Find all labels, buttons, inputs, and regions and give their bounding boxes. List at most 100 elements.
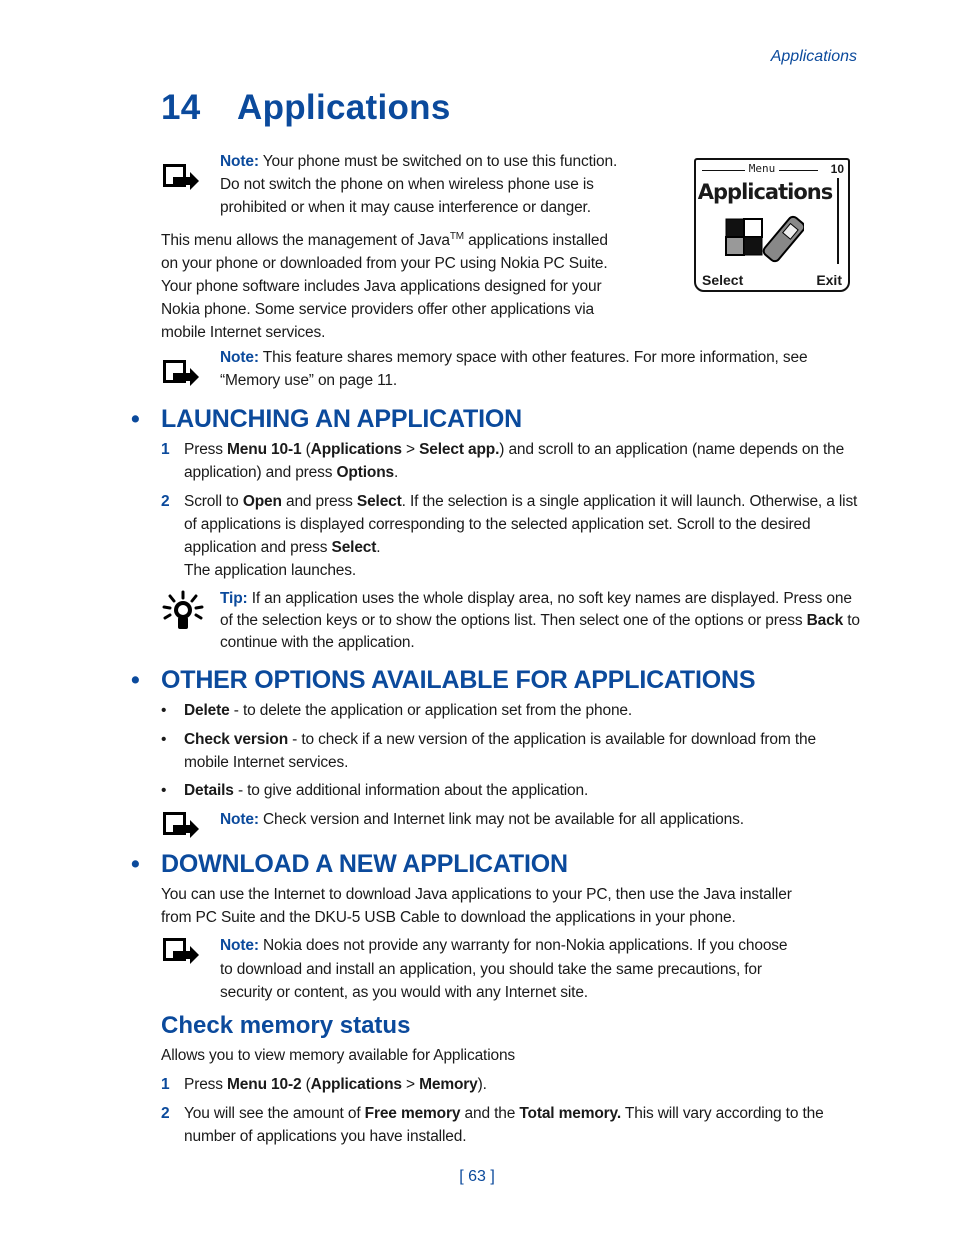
- menu-item: Applications: [310, 1076, 402, 1093]
- softkey-label: Options: [336, 464, 395, 481]
- note-icon: [163, 812, 199, 838]
- phone-left-softkey: Select: [702, 272, 744, 288]
- phone-right-softkey: Exit: [816, 272, 842, 288]
- applications-icon: [725, 215, 804, 263]
- text: .: [394, 464, 399, 481]
- text: Your phone software includes Java applic…: [161, 278, 602, 296]
- bullet: •: [161, 702, 167, 719]
- option-description: - to delete the application or applicati…: [229, 702, 633, 719]
- menu-item: Select app.: [419, 441, 500, 458]
- subsection-heading-memory: Check memory status: [161, 1012, 411, 1039]
- chapter-title-text: Applications: [237, 88, 451, 127]
- note-label: Note:: [220, 349, 259, 366]
- menu-item: Open: [242, 493, 282, 510]
- section-heading-download: • DOWNLOAD A NEW APPLICATION: [131, 850, 568, 879]
- trademark: TM: [449, 231, 464, 242]
- bullet: •: [131, 850, 140, 878]
- step-number: 2: [161, 493, 170, 510]
- step-text: You will see the amount of Free memory a…: [184, 1102, 861, 1148]
- section-title: LAUNCHING AN APPLICATION: [161, 405, 522, 433]
- note-line: to download and install an application, …: [220, 960, 762, 978]
- text: mobile Internet services.: [161, 324, 326, 342]
- section-heading-other-options: • OTHER OPTIONS AVAILABLE FOR APPLICATION…: [131, 666, 756, 695]
- step-text: Press Menu 10-1 (Applications > Select a…: [184, 438, 861, 484]
- note-line: Do not switch the phone on when wireless…: [220, 176, 594, 193]
- note-line: This feature shares memory space with ot…: [262, 349, 808, 366]
- section-title: DOWNLOAD A NEW APPLICATION: [161, 850, 568, 878]
- step-number: 2: [161, 1105, 170, 1122]
- step-number: 1: [161, 1076, 170, 1093]
- softkey-label: Select: [331, 539, 377, 556]
- bullet: •: [131, 666, 140, 694]
- option-term: Delete: [184, 702, 230, 719]
- text: ).: [477, 1076, 487, 1093]
- phone-screen-illustration: Menu 10 Applications Select Exit: [694, 158, 850, 292]
- note-line: security or content, as you would with a…: [220, 984, 588, 1001]
- note-label: Note:: [220, 811, 259, 828]
- phone-title: Applications: [697, 180, 833, 204]
- text: from PC Suite and the DKU-5 USB Cable to…: [161, 909, 736, 926]
- memory-intro: Allows you to view memory available for …: [161, 1047, 516, 1064]
- text: This menu allows the management of Java: [161, 232, 450, 250]
- text: Press: [184, 441, 228, 458]
- tip-lightbulb-icon: [162, 590, 204, 629]
- text: Nokia phone. Some service providers offe…: [161, 301, 594, 319]
- note-icon: [163, 938, 199, 964]
- menu-item: Memory: [419, 1076, 478, 1093]
- softkey-label: Back: [806, 612, 844, 629]
- note-icon: [163, 360, 199, 386]
- phone-menu-header: Menu: [744, 162, 780, 175]
- tip-label: Tip:: [220, 590, 248, 607]
- phone-scrollbar: [837, 178, 839, 264]
- text: .: [376, 539, 381, 556]
- note-label: Note:: [220, 153, 259, 170]
- menu-path: Menu 10-1: [227, 441, 302, 458]
- term: Free memory: [364, 1105, 461, 1122]
- menu-item: Applications: [310, 441, 402, 458]
- bullet: •: [161, 731, 167, 748]
- text: and the: [460, 1105, 520, 1122]
- text: You will see the amount of: [184, 1105, 365, 1122]
- note-label: Note:: [220, 937, 259, 954]
- text: and press: [281, 493, 357, 510]
- intro-note: Note: Your phone must be switched on to …: [220, 150, 680, 219]
- download-paragraph: You can use the Internet to download Jav…: [161, 883, 861, 929]
- option-description: - to give additional information about t…: [233, 782, 589, 799]
- option-item: • Delete - to delete the application or …: [161, 699, 861, 722]
- section-heading-launching: • LAUNCHING AN APPLICATION: [131, 405, 522, 434]
- memory-step-2: 2 You will see the amount of Free memory…: [161, 1102, 861, 1148]
- option-term: Details: [184, 782, 234, 799]
- menu-path: Menu 10-2: [227, 1076, 302, 1093]
- text: (: [301, 441, 311, 458]
- text: Check version and Internet link may not …: [258, 811, 744, 828]
- memory-step-1: 1 Press Menu 10-2 (Applications > Memory…: [161, 1073, 861, 1096]
- options-note: Note: Check version and Internet link ma…: [220, 808, 860, 831]
- text: applications installed: [463, 232, 608, 250]
- bullet: •: [161, 782, 167, 799]
- term: Total memory.: [519, 1105, 622, 1122]
- phone-index: 10: [830, 162, 844, 176]
- chapter-number: 14: [161, 88, 201, 127]
- text: (: [301, 1076, 311, 1093]
- step-result: The application launches.: [184, 562, 357, 579]
- note-line: Your phone must be switched on to use th…: [262, 153, 618, 170]
- text: You can use the Internet to download Jav…: [161, 886, 792, 903]
- option-item: • Details - to give additional informati…: [161, 779, 861, 802]
- note-icon: [163, 164, 199, 190]
- page-number: [ 63 ]: [459, 1168, 495, 1185]
- text: Press: [184, 1076, 228, 1093]
- memory-note: Note: This feature shares memory space w…: [220, 346, 870, 392]
- intro-paragraph: This menu allows the management of JavaT…: [161, 225, 681, 344]
- text: If an application uses the whole display…: [220, 590, 852, 629]
- chapter-title: 14 Applications: [161, 88, 451, 128]
- text: Scroll to: [184, 493, 243, 510]
- note-line: prohibited or when it may cause interfer…: [220, 199, 591, 216]
- step-number: 1: [161, 441, 170, 458]
- note-line: Nokia does not provide any warranty for …: [258, 937, 788, 954]
- step-text: Press Menu 10-2 (Applications > Memory).: [184, 1073, 861, 1096]
- text: on your phone or downloaded from your PC…: [161, 255, 608, 273]
- tip-text: Tip: If an application uses the whole di…: [220, 588, 860, 654]
- option-term: Check version: [184, 731, 289, 748]
- bullet: •: [131, 405, 140, 433]
- launch-step-1: 1 Press Menu 10-1 (Applications > Select…: [161, 438, 861, 484]
